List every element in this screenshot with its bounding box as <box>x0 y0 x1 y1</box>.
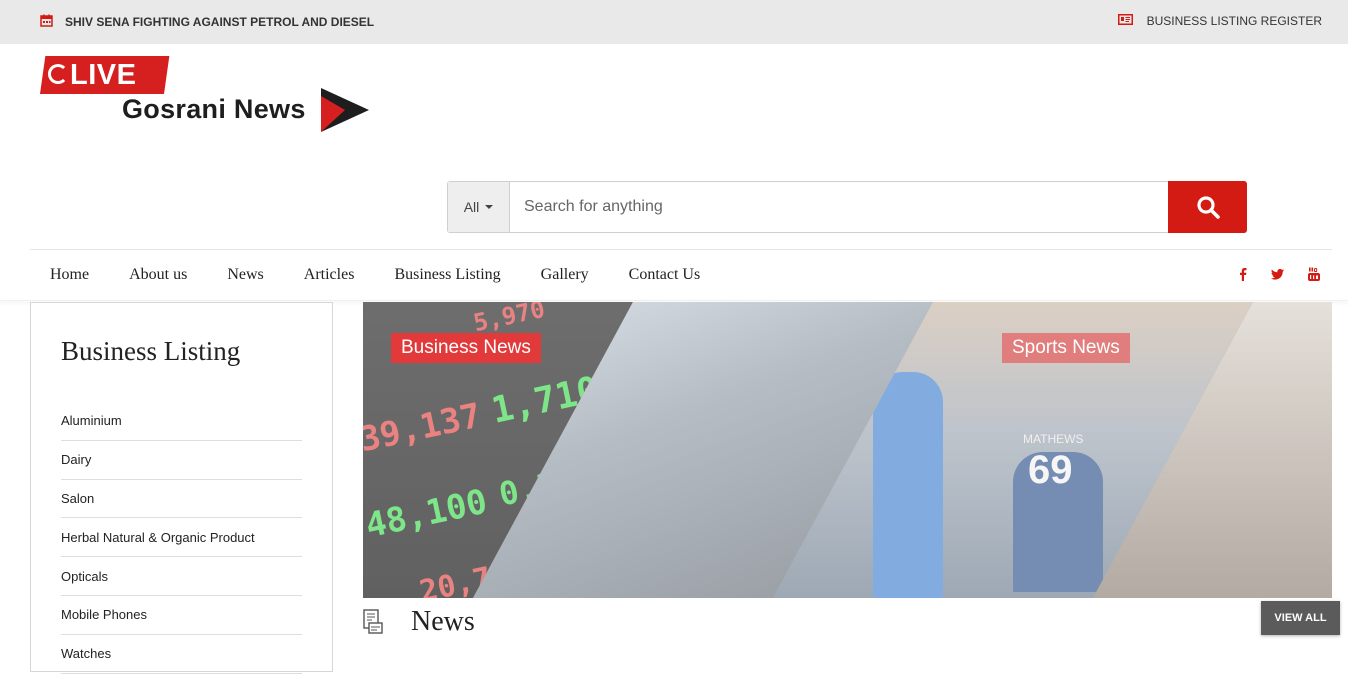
twitter-icon[interactable] <box>1271 268 1284 280</box>
sidebar-title: Business Listing <box>61 336 241 366</box>
sidebar-item-watches[interactable]: Watches <box>61 635 302 674</box>
nav-item-news[interactable]: News <box>227 266 263 284</box>
site-logo[interactable]: LIVE Gosrani News <box>40 56 380 136</box>
register-label: BUSINESS LISTING REGISTER <box>1146 14 1322 28</box>
sidebar-item-herbal-natural-organic[interactable]: Herbal Natural & Organic Product <box>61 518 302 558</box>
nav-item-home[interactable]: Home <box>50 266 89 284</box>
logo-brand-text: Gosrani News <box>122 94 306 124</box>
search-button[interactable] <box>1168 181 1247 233</box>
search-icon <box>1196 196 1220 219</box>
sidebar-item-opticals[interactable]: Opticals <box>61 557 302 596</box>
nav-divider <box>30 249 1332 250</box>
nav-item-business-listing[interactable]: Business Listing <box>394 266 500 284</box>
nav-item-about-us[interactable]: About us <box>129 266 187 284</box>
business-listing-register-link[interactable]: BUSINESS LISTING REGISTER <box>1117 14 1322 28</box>
hero-banner[interactable]: 5,970 1,710 39,137 0.2 48,100 20,789 MAT… <box>363 302 1332 598</box>
breaking-headline[interactable]: SHIV SENA FIGHTING AGAINST PETROL AND DI… <box>40 14 374 30</box>
view-all-button[interactable]: VIEW ALL <box>1261 601 1340 635</box>
news-section-header: News <box>361 606 475 638</box>
banner-tag-sports-news[interactable]: Sports News <box>1002 333 1130 363</box>
search-input[interactable] <box>510 182 1168 232</box>
logo-play-icon <box>321 88 369 132</box>
calendar-icon <box>40 14 53 30</box>
news-icon <box>363 609 383 634</box>
nav-item-contact-us[interactable]: Contact Us <box>629 266 701 284</box>
facebook-icon[interactable] <box>1239 267 1247 281</box>
youtube-icon[interactable] <box>1308 267 1320 281</box>
business-listing-sidebar: Business Listing Aluminium Dairy Salon H… <box>30 302 333 674</box>
search-scope-dropdown[interactable]: All <box>448 182 510 232</box>
sidebar-item-salon[interactable]: Salon <box>61 480 302 519</box>
nav-bottom-shadow <box>0 300 1348 301</box>
sidebar-item-dairy[interactable]: Dairy <box>61 441 302 480</box>
logo-g-mark-icon <box>48 64 68 84</box>
news-section-title: News <box>411 606 475 637</box>
search-bar: All <box>447 181 1247 233</box>
banner-tag-business-news[interactable]: Business News <box>391 333 541 363</box>
sidebar-item-mobile-phones[interactable]: Mobile Phones <box>61 596 302 635</box>
nav-item-articles[interactable]: Articles <box>304 266 355 284</box>
sidebar-category-list: Aluminium Dairy Salon Herbal Natural & O… <box>61 402 302 674</box>
chevron-down-icon <box>485 205 494 209</box>
nav-item-gallery[interactable]: Gallery <box>541 266 589 284</box>
logo-live-text: LIVE <box>70 59 137 91</box>
search-scope-label: All <box>463 199 480 215</box>
sidebar-item-aluminium[interactable]: Aluminium <box>61 402 302 441</box>
top-bar: SHIV SENA FIGHTING AGAINST PETROL AND DI… <box>0 0 1348 44</box>
id-card-icon <box>1117 14 1133 28</box>
headline-text: SHIV SENA FIGHTING AGAINST PETROL AND DI… <box>65 15 375 29</box>
main-nav: Home About us News Articles Business Lis… <box>50 266 700 284</box>
social-links <box>1239 267 1320 281</box>
